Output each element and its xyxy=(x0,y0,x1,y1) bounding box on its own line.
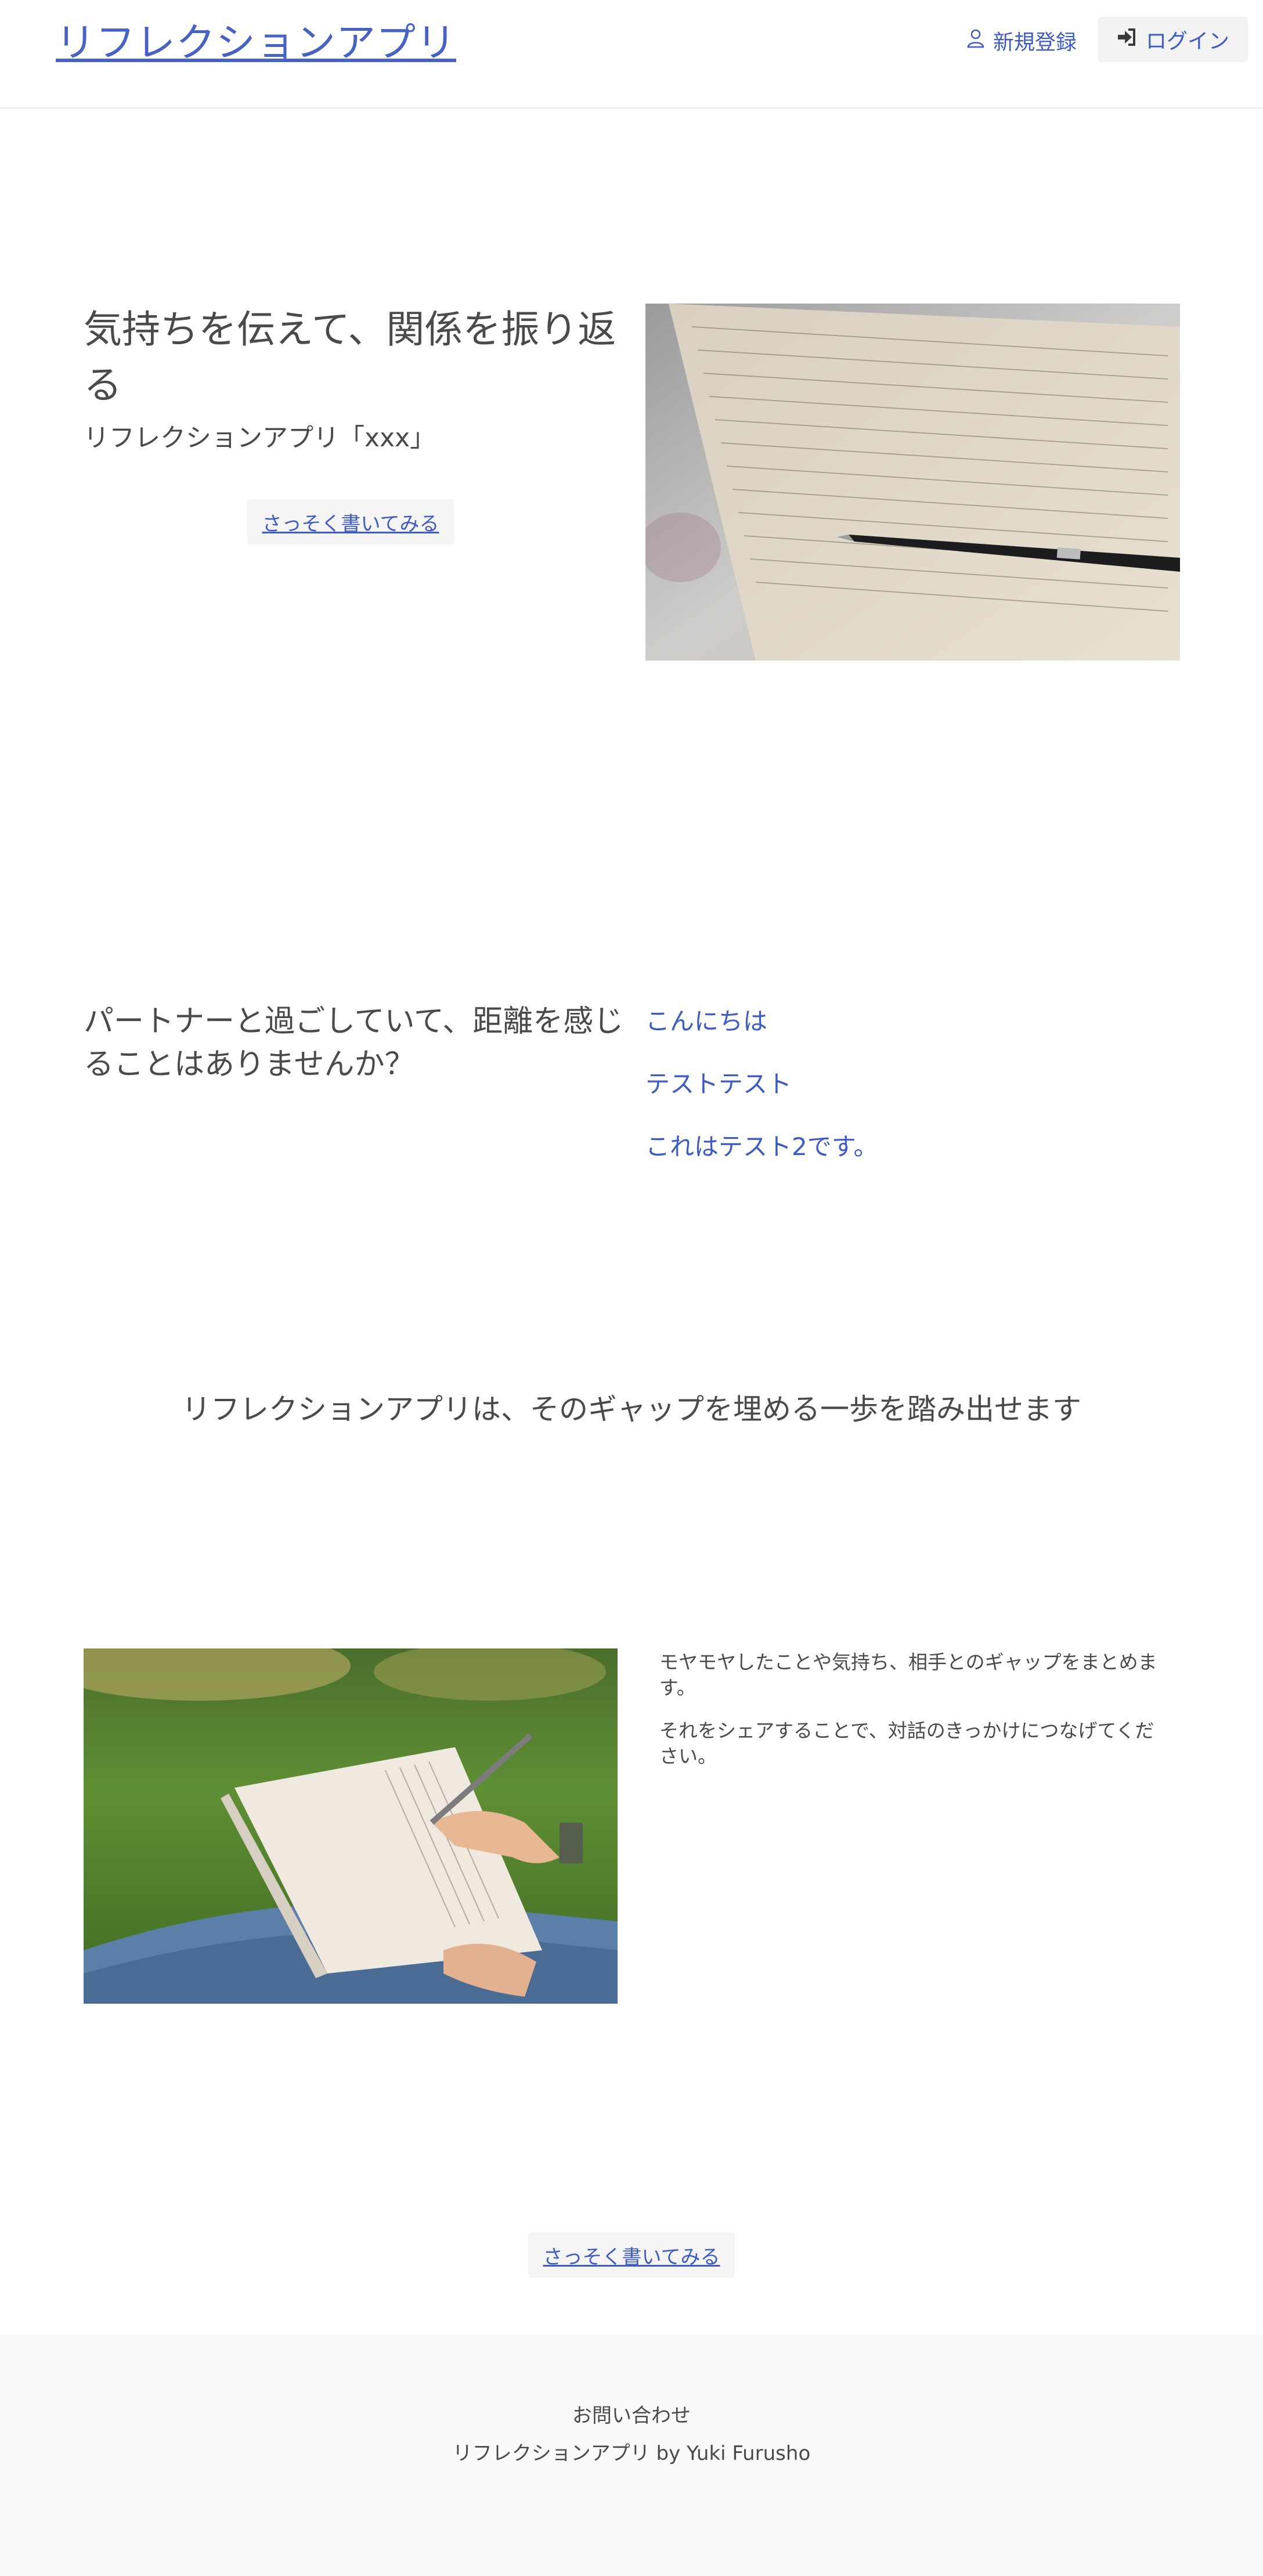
footer-credit: リフレクションアプリ by Yuki Furusho xyxy=(452,2442,811,2465)
letter-and-pen-photo xyxy=(645,304,1180,661)
login-button[interactable]: ログイン xyxy=(1098,17,1248,62)
user-icon xyxy=(966,28,985,53)
login-label: ログイン xyxy=(1145,30,1229,53)
post-link[interactable]: これはテスト2です。 xyxy=(645,1127,878,1163)
hero-title: 気持ちを伝えて、関係を振り返る xyxy=(84,307,616,407)
signup-link[interactable]: 新規登録 xyxy=(966,26,1077,56)
sign-in-icon xyxy=(1117,28,1136,52)
feature-paragraph: それをシェアすることで、対話のきっかけにつなげてください。 xyxy=(659,1719,1154,1767)
feature-paragraph: モヤモヤしたことや気持ち、相手とのギャップをまとめます。 xyxy=(659,1651,1157,1699)
tagline: リフレクションアプリは、そのギャップを埋める一歩を踏み出せます xyxy=(182,1392,1081,1426)
signup-label: 新規登録 xyxy=(993,31,1077,55)
brand-logo-link[interactable]: リフレクションアプリ xyxy=(56,10,456,68)
post-link[interactable]: テストテスト xyxy=(645,1065,792,1100)
start-writing-button[interactable]: さっそく書いてみる xyxy=(247,499,454,544)
contact-text: お問い合わせ xyxy=(572,2404,691,2427)
question-heading: パートナーと過ごしていて、距離を感じることはありませんか？ xyxy=(84,1004,624,1082)
writing-notebook-photo xyxy=(84,1648,618,2004)
post-link[interactable]: こんにちは xyxy=(645,1002,767,1037)
start-writing-button-bottom[interactable]: さっそく書いてみる xyxy=(528,2232,735,2278)
hero-subtitle: リフレクションアプリ「xxx」 xyxy=(84,423,436,453)
